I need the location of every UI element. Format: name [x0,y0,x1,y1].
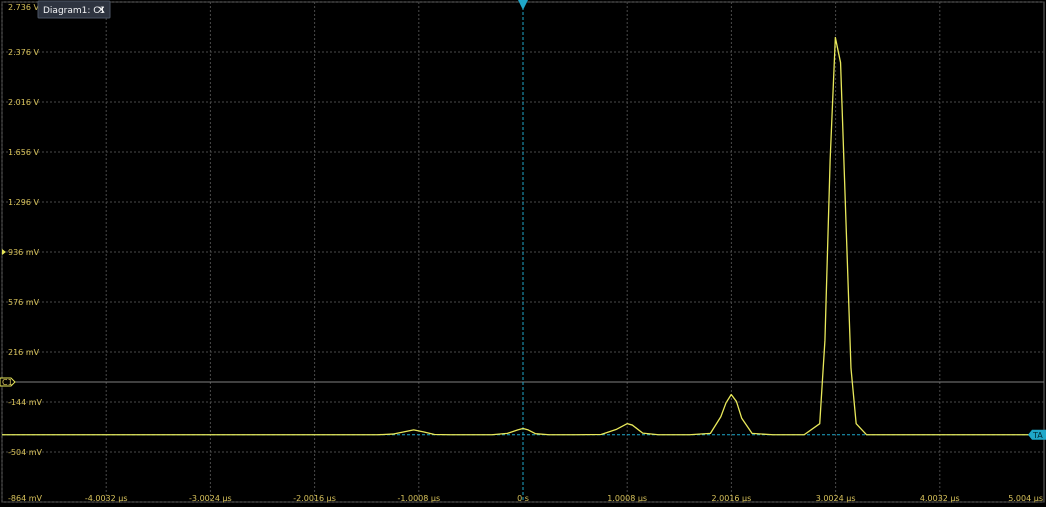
trigger-marker-label: TA [1032,431,1043,440]
x-tick-label: 2.0016 µs [712,494,752,503]
x-tick-label: 5.004 µs [1008,494,1043,503]
x-tick-label: -4.0032 µs [85,494,128,503]
x-tick-label: 1.0008 µs [607,494,647,503]
x-tick-label: -3.0024 µs [189,494,232,503]
y-tick-label: 216 mV [8,348,40,357]
y-tick-label: 1.296 V [8,198,39,207]
oscilloscope-display[interactable]: 2.736 V 2.376 V 2.016 V 1.656 V 1.296 V 936 m… [0,0,1046,507]
close-icon[interactable]: ✕ [97,5,105,16]
y-tick-label: 1.656 V [8,148,39,157]
x-tick-label: 0 s [517,494,529,503]
y-tick-label: -504 mV [8,448,42,457]
y-tick-label: 2.736 V [8,3,39,12]
x-tick-label: 4.0032 µs [920,494,960,503]
y-tick-label: 2.016 V [8,98,39,107]
diagram-tab-label: Diagram1: C1 [43,6,105,16]
channel-marker-label: C1 [2,378,13,387]
diagram-tab[interactable]: Diagram1: C1 ✕ [37,0,111,19]
y-tick-label: 936 mV [8,248,40,257]
x-tick-label: -2.0016 µs [293,494,336,503]
y-tick-label: 576 mV [8,298,40,307]
x-tick-label: 3.0024 µs [816,494,856,503]
y-tick-label: 2.376 V [8,48,39,57]
y-tick-label: -144 mV [8,398,42,407]
x-tick-label: -1.0008 µs [397,494,440,503]
y-tick-label: -864 mV [8,494,42,503]
